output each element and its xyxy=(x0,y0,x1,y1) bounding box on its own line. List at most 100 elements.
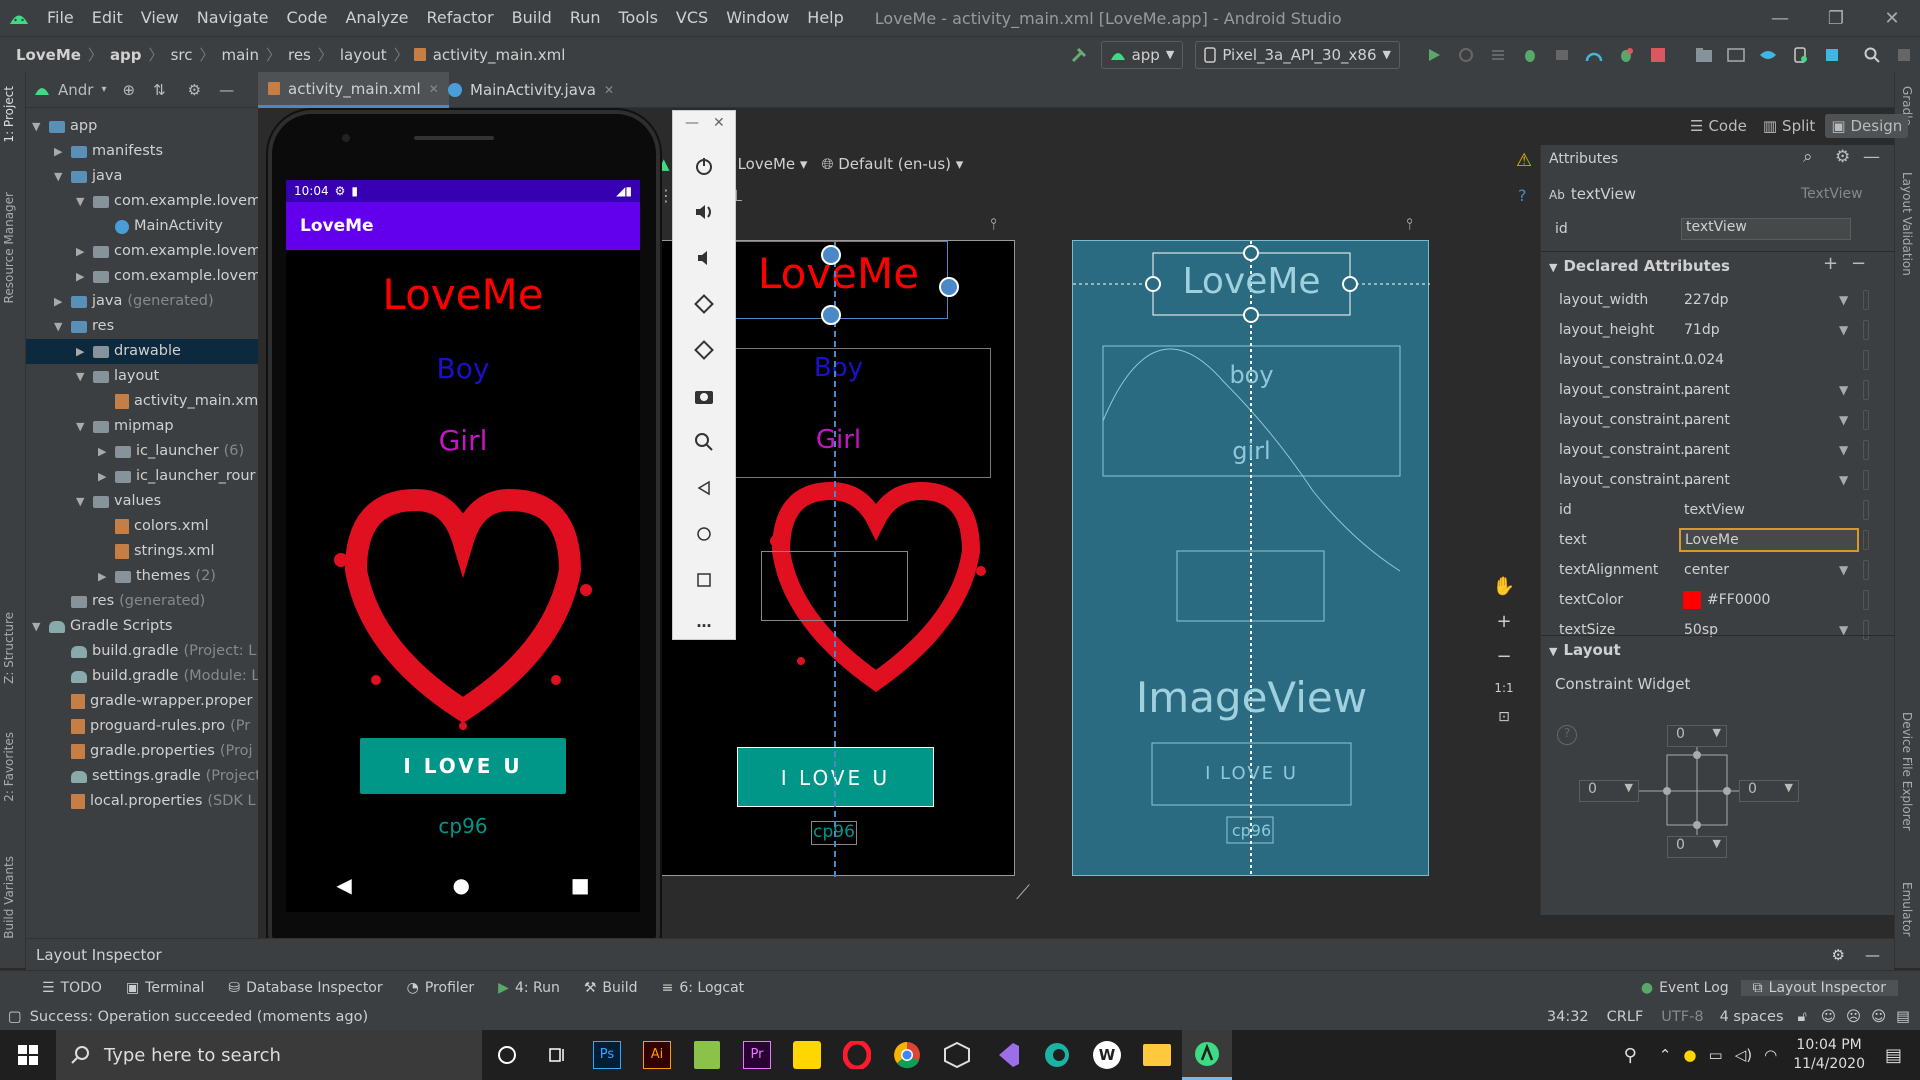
expand-arrow-icon[interactable]: ▶ xyxy=(98,464,110,489)
edge-icon[interactable] xyxy=(1032,1030,1082,1080)
tree-item[interactable]: ▶ drawable xyxy=(26,339,258,364)
run-config-select[interactable]: app ▼ xyxy=(1100,40,1184,69)
profiler-tab[interactable]: ◔ Profiler xyxy=(395,980,487,996)
tree-item[interactable]: MainActivity xyxy=(98,214,223,239)
notifications-icon[interactable]: ▤ xyxy=(1896,1009,1910,1025)
back-icon[interactable] xyxy=(689,473,719,503)
photoshop-icon[interactable]: Ps xyxy=(582,1030,632,1080)
caret-position[interactable]: 34:32 xyxy=(1547,1009,1589,1025)
expand-arrow-icon[interactable]: ▶ xyxy=(76,339,88,364)
tree-item[interactable]: ▶ themes (2) xyxy=(98,564,216,589)
project-tool-tab[interactable]: 1: Project xyxy=(2,86,16,143)
tree-item[interactable]: ▶ ic_launcher_rour xyxy=(98,464,256,489)
close-tab-icon[interactable]: ✕ xyxy=(604,83,614,97)
collapse-all-icon[interactable]: ⇅ xyxy=(153,81,166,99)
breadcrumb-layout[interactable]: layout xyxy=(338,46,389,64)
favorites-tab[interactable]: 2: Favorites xyxy=(2,732,16,802)
margin-bottom-select[interactable]: 0 ▼ xyxy=(1667,836,1727,858)
expand-arrow-icon[interactable]: ▼ xyxy=(54,314,66,339)
power-icon[interactable] xyxy=(689,151,719,181)
breadcrumb-app[interactable]: app xyxy=(108,46,144,64)
attribute-value[interactable]: parent xyxy=(1684,472,1730,488)
menu-file[interactable]: File xyxy=(38,0,83,36)
emulator-tab[interactable]: Emulator xyxy=(1900,882,1914,937)
margin-left-select[interactable]: 0 ▼ xyxy=(1579,780,1639,802)
taskbar-search[interactable]: Type here to search xyxy=(56,1030,482,1080)
gear-icon[interactable]: ⚙ xyxy=(188,81,201,99)
color-swatch[interactable] xyxy=(1683,591,1701,609)
breadcrumb-file[interactable]: activity_main.xml xyxy=(431,46,568,64)
home-icon[interactable] xyxy=(689,519,719,549)
attribute-binding-indicator[interactable] xyxy=(1863,320,1869,340)
build-tab[interactable]: ⚒ Build xyxy=(572,980,650,996)
attribute-value[interactable]: LoveMe xyxy=(1679,528,1859,552)
help-icon[interactable]: ? xyxy=(1518,186,1527,205)
add-attribute-icon[interactable]: + xyxy=(1823,253,1838,274)
lock-icon[interactable]: 🔓︎ xyxy=(1798,1009,1807,1025)
wifi-icon[interactable]: ◠ xyxy=(1764,1046,1777,1064)
zoom-actual-icon[interactable]: 1:1 xyxy=(1494,681,1513,695)
overview-icon[interactable] xyxy=(689,565,719,595)
volume-icon[interactable]: ◁) xyxy=(1735,1046,1752,1064)
run-icon[interactable] xyxy=(1418,39,1450,71)
tree-item[interactable]: ▶ ic_launcher (6) xyxy=(98,439,244,464)
expand-arrow-icon[interactable]: ▶ xyxy=(54,289,66,314)
tree-item[interactable]: settings.gradle (Project xyxy=(54,764,261,789)
attribute-value[interactable]: parent xyxy=(1684,382,1730,398)
tree-item[interactable]: ▼ com.example.lovem xyxy=(76,189,261,214)
expand-arrow-icon[interactable]: ▶ xyxy=(98,439,110,464)
debug-icon[interactable] xyxy=(1514,39,1546,71)
notepad-icon[interactable] xyxy=(682,1030,732,1080)
user-account-icon[interactable] xyxy=(1888,39,1920,71)
pin-icon[interactable]: ⫯ xyxy=(1406,214,1413,234)
tree-item[interactable]: colors.xml xyxy=(98,514,209,539)
illustrator-icon[interactable]: Ai xyxy=(632,1030,682,1080)
file-explorer-icon[interactable] xyxy=(1132,1030,1182,1080)
layout-inspector-tab[interactable]: ⧉ Layout Inspector xyxy=(1740,979,1898,996)
expand-arrow-icon[interactable]: ▼ xyxy=(76,489,88,514)
run-tab[interactable]: ▶ 4: Run xyxy=(486,980,572,996)
build-variants-tab[interactable]: Build Variants xyxy=(2,856,16,939)
tree-item[interactable]: gradle-wrapper.proper xyxy=(54,689,253,714)
stop-icon[interactable] xyxy=(1642,39,1674,71)
chevron-down-icon[interactable]: ▼ xyxy=(1839,563,1848,577)
breadcrumb-res[interactable]: res xyxy=(286,46,313,64)
hide-panel-icon[interactable]: — xyxy=(1865,946,1880,964)
tree-item[interactable]: ▼ values xyxy=(76,489,161,514)
constraint-handle-right[interactable] xyxy=(939,277,959,297)
rotate-left-icon[interactable] xyxy=(689,289,719,319)
tree-item[interactable]: gradle.properties (Proj xyxy=(54,739,253,764)
warning-icon[interactable]: ⚠ xyxy=(1516,150,1532,171)
resize-handle-icon[interactable]: ⟋ xyxy=(1016,880,1030,904)
tree-item[interactable]: ▼ Gradle Scripts xyxy=(32,614,172,639)
avd-manager-icon[interactable] xyxy=(1784,39,1816,71)
resource-manager-tab[interactable]: Resource Manager xyxy=(2,192,16,303)
expand-arrow-icon[interactable]: ▶ xyxy=(76,239,88,264)
chevron-down-icon[interactable]: ▼ xyxy=(1839,473,1848,487)
logcat-tab[interactable]: ≡ 6: Logcat xyxy=(650,980,757,996)
virtualbox-icon[interactable] xyxy=(932,1030,982,1080)
tree-item[interactable]: ▼ app xyxy=(32,114,97,139)
more-icon[interactable]: … xyxy=(689,607,719,637)
attribute-binding-indicator[interactable] xyxy=(1863,530,1869,550)
menu-build[interactable]: Build xyxy=(503,0,561,36)
chevron-down-icon[interactable]: ▼ xyxy=(1839,293,1848,307)
attribute-binding-indicator[interactable] xyxy=(1863,590,1869,610)
emulator-close-icon[interactable]: ✕ xyxy=(713,115,725,131)
emulator-minimize-icon[interactable]: — xyxy=(685,115,699,131)
constraint-handle-bottom[interactable] xyxy=(821,305,841,325)
expand-arrow-icon[interactable]: ▼ xyxy=(32,114,44,139)
tree-item[interactable]: proguard-rules.pro (Pr xyxy=(54,714,250,739)
remove-attribute-icon[interactable]: − xyxy=(1851,253,1866,274)
attribute-binding-indicator[interactable] xyxy=(1863,440,1869,460)
apply-changes-icon[interactable] xyxy=(1450,39,1482,71)
attribute-value[interactable]: 0.024 xyxy=(1684,352,1724,368)
chevron-down-icon[interactable]: ▼ xyxy=(1839,383,1848,397)
menu-edit[interactable]: Edit xyxy=(83,0,132,36)
tree-item[interactable]: ▼ java xyxy=(54,164,122,189)
tray-chevron-icon[interactable]: ⌃ xyxy=(1659,1046,1672,1064)
tree-item[interactable]: build.gradle (Module: L xyxy=(54,664,259,689)
id-input[interactable]: textView xyxy=(1681,218,1851,240)
maximize-button[interactable]: ❐ xyxy=(1808,0,1864,36)
love-button[interactable]: I LOVE U xyxy=(360,738,566,794)
